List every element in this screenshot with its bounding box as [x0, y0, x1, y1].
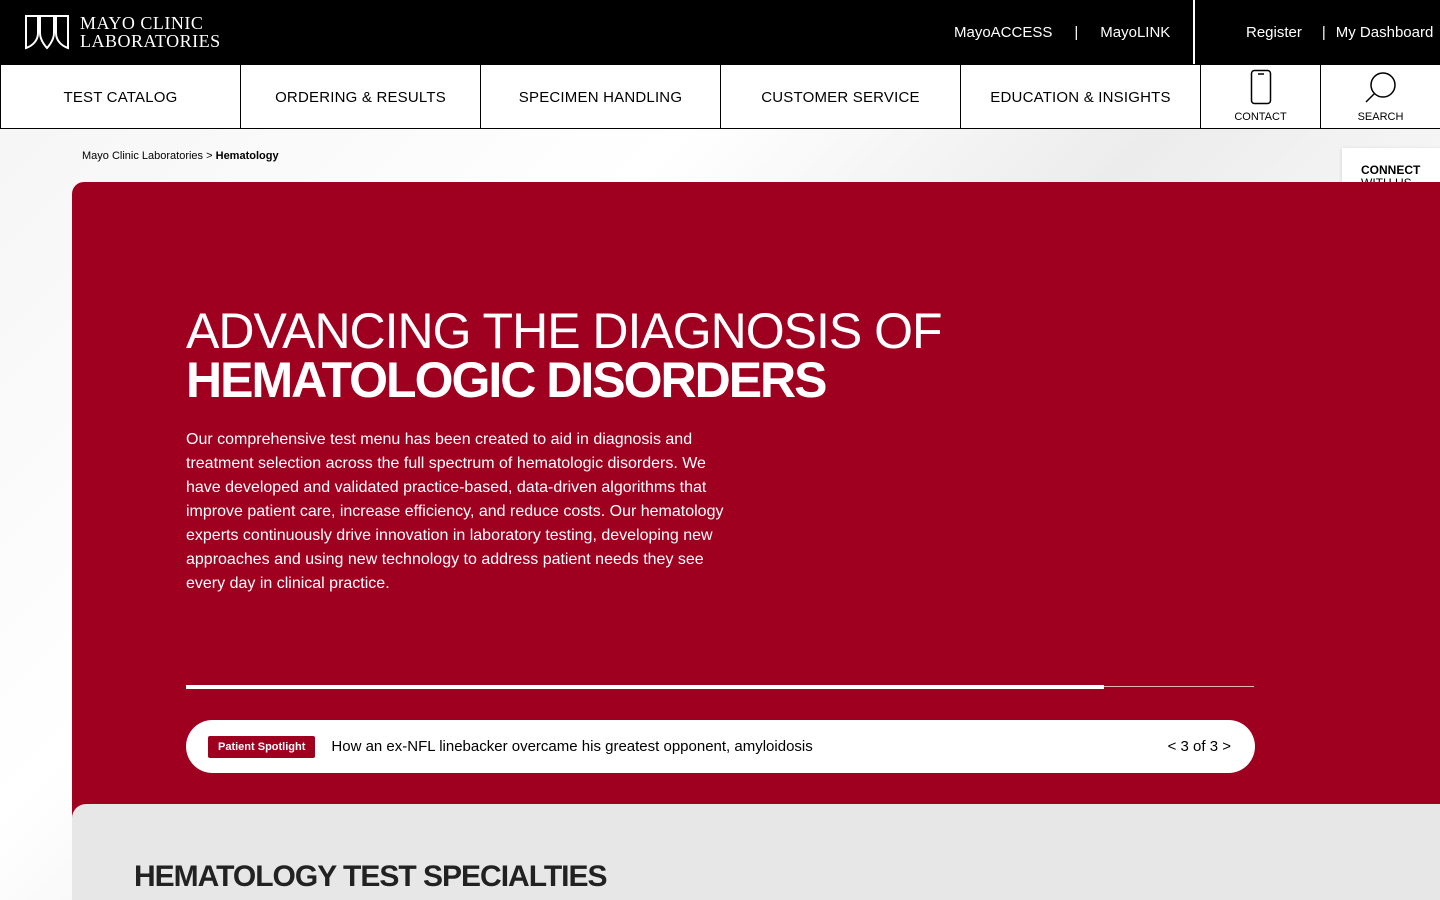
- top-links-left: MayoACCESS | MayoLINK: [954, 0, 1170, 64]
- mayo-clinic-logo[interactable]: MAYO CLINIC LABORATORIES: [24, 12, 221, 52]
- nav-test-catalog[interactable]: TEST CATALOG: [0, 65, 240, 129]
- contact-label: CONTACT: [1234, 111, 1287, 123]
- hero-title-line2: HEMATOLOGIC DISORDERS: [186, 352, 828, 408]
- specialties-section: HEMATOLOGY TEST SPECIALTIES: [72, 804, 1440, 900]
- mayolink-link[interactable]: MayoLINK: [1100, 24, 1170, 41]
- carousel-pager[interactable]: < 3 of 3 >: [1168, 720, 1231, 773]
- carousel-progress-fill: [186, 685, 1104, 689]
- breadcrumb-separator: >: [206, 150, 213, 162]
- hero-description: Our comprehensive test menu has been cre…: [186, 431, 724, 592]
- spotlight-link[interactable]: How an ex-NFL linebacker overcame his gr…: [331, 738, 812, 755]
- register-link[interactable]: Register: [1246, 24, 1302, 41]
- breadcrumb-current: Hematology: [215, 150, 279, 162]
- breadcrumb: Mayo Clinic Laboratories > Hematology: [82, 150, 279, 162]
- hero-title-line1: ADVANCING THE DIAGNOSIS OF: [186, 303, 943, 359]
- logo-line1: MAYO CLINIC: [80, 13, 204, 33]
- shield-logo-icon: [25, 15, 69, 50]
- hero-title: ADVANCING THE DIAGNOSIS OF HEMATOLOGIC D…: [186, 303, 943, 408]
- mayoaccess-link[interactable]: MayoACCESS: [954, 24, 1052, 41]
- phone-icon: [1250, 69, 1271, 105]
- spotlight-carousel[interactable]: Patient Spotlight How an ex-NFL lineback…: [186, 720, 1255, 773]
- specialties-title: HEMATOLOGY TEST SPECIALTIES: [134, 860, 607, 893]
- logo-text: MAYO CLINIC LABORATORIES: [80, 14, 221, 50]
- top-links-right: Register | My Dashboard: [1246, 0, 1433, 64]
- spotlight-badge: Patient Spotlight: [208, 735, 316, 758]
- my-dashboard-link[interactable]: My Dashboard: [1336, 24, 1434, 41]
- hero-banner: ADVANCING THE DIAGNOSIS OF HEMATOLOGIC D…: [72, 182, 1440, 822]
- link-separator: |: [1074, 23, 1079, 41]
- nav-ordering-results[interactable]: ORDERING & RESULTS: [240, 65, 480, 129]
- logo-line2: LABORATORIES: [80, 31, 221, 51]
- search-button[interactable]: SEARCH: [1320, 65, 1440, 129]
- nav-specimen-handling[interactable]: SPECIMEN HANDLING: [480, 65, 720, 129]
- breadcrumb-root[interactable]: Mayo Clinic Laboratories: [82, 150, 203, 162]
- link-separator: |: [1321, 23, 1326, 41]
- contact-button[interactable]: CONTACT: [1200, 65, 1320, 129]
- nav-customer-service[interactable]: CUSTOMER SERVICE: [720, 65, 960, 129]
- top-divider: [1193, 0, 1195, 64]
- top-bar: MAYO CLINIC LABORATORIES MayoACCESS | Ma…: [0, 0, 1440, 64]
- main-nav: TEST CATALOG ORDERING & RESULTS SPECIMEN…: [0, 64, 1440, 129]
- nav-education-insights[interactable]: EDUCATION & INSIGHTS: [960, 65, 1200, 129]
- search-icon: [1364, 72, 1396, 103]
- search-label: SEARCH: [1357, 111, 1404, 123]
